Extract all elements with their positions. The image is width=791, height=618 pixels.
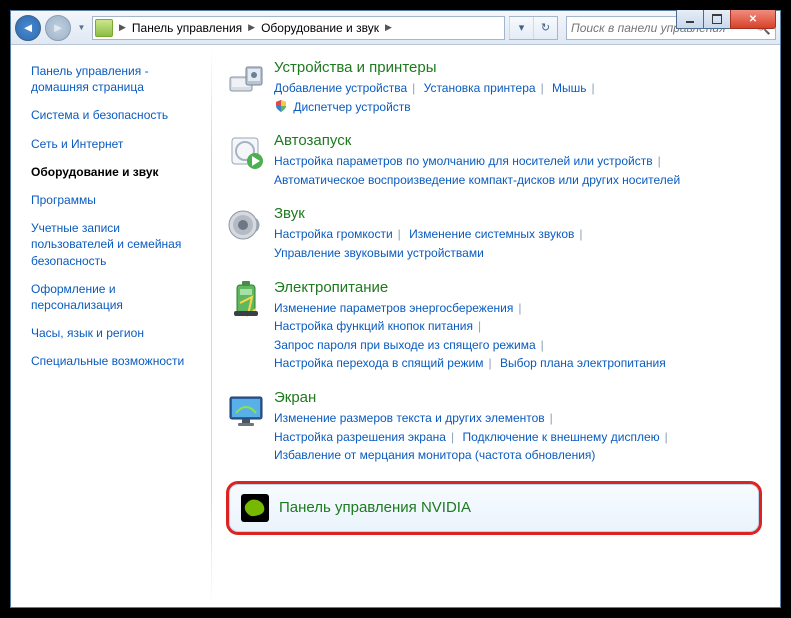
category-title-autoplay[interactable]: Автозапуск	[274, 132, 762, 149]
category-title-power[interactable]: Электропитание	[274, 279, 762, 296]
nav-history-dropdown[interactable]: ▼	[75, 15, 88, 41]
link-volume[interactable]: Настройка громкости	[274, 227, 393, 241]
sidebar-item-clock[interactable]: Часы, язык и регион	[31, 325, 201, 341]
link-add-printer[interactable]: Установка принтера	[424, 81, 536, 95]
nvidia-highlight[interactable]: Панель управления NVIDIA	[226, 481, 762, 535]
devices-icon	[226, 59, 266, 99]
content-area: Устройства и принтеры Добавление устройс…	[212, 45, 780, 607]
caption-buttons	[677, 10, 776, 29]
category-devices: Устройства и принтеры Добавление устройс…	[226, 59, 762, 116]
link-power-plan[interactable]: Выбор плана электропитания	[500, 356, 666, 370]
link-media-defaults[interactable]: Настройка параметров по умолчанию для но…	[274, 154, 653, 168]
window: ◄ ► ▼ ▶ Панель управления ▶ Оборудование…	[10, 10, 781, 608]
link-text-size[interactable]: Изменение размеров текста и других элеме…	[274, 411, 545, 425]
category-display: Экран Изменение размеров текста и других…	[226, 389, 762, 465]
link-system-sounds[interactable]: Изменение системных звуков	[409, 227, 574, 241]
sidebar-item-appearance[interactable]: Оформление и персонализация	[31, 281, 201, 313]
breadcrumb-root[interactable]: Панель управления	[128, 21, 246, 35]
sidebar-item-ease[interactable]: Специальные возможности	[31, 353, 201, 369]
sidebar-item-users[interactable]: Учетные записи пользователей и семейная …	[31, 220, 201, 269]
category-links-power: Изменение параметров энергосбережения| Н…	[274, 299, 762, 373]
link-audio-devices[interactable]: Управление звуковыми устройствами	[274, 246, 484, 260]
link-sleep[interactable]: Настройка перехода в спящий режим	[274, 356, 483, 370]
category-autoplay: Автозапуск Настройка параметров по умолч…	[226, 132, 762, 189]
minimize-button[interactable]	[676, 10, 704, 29]
sound-icon	[226, 205, 266, 245]
address-bar[interactable]: ▶ Панель управления ▶ Оборудование и зву…	[92, 16, 505, 40]
address-bar-buttons: ▾ ↻	[509, 16, 558, 40]
dropdown-button[interactable]: ▾	[509, 17, 533, 39]
category-links-display: Изменение размеров текста и других элеме…	[274, 409, 762, 465]
link-device-manager[interactable]: Диспетчер устройств	[293, 100, 410, 114]
nvidia-icon	[239, 492, 271, 524]
link-power-save[interactable]: Изменение параметров энергосбережения	[274, 301, 513, 315]
link-resolution[interactable]: Настройка разрешения экрана	[274, 430, 446, 444]
category-title-display[interactable]: Экран	[274, 389, 762, 406]
link-mouse[interactable]: Мышь	[552, 81, 587, 95]
sidebar-item-programs[interactable]: Программы	[31, 192, 201, 208]
back-button[interactable]: ◄	[15, 15, 41, 41]
link-external-display[interactable]: Подключение к внешнему дисплею	[462, 430, 659, 444]
category-title-devices[interactable]: Устройства и принтеры	[274, 59, 762, 76]
sidebar-item-network[interactable]: Сеть и Интернет	[31, 136, 201, 152]
link-cd-autoplay[interactable]: Автоматическое воспроизведение компакт-д…	[274, 173, 680, 187]
category-title-sound[interactable]: Звук	[274, 205, 762, 222]
link-power-buttons[interactable]: Настройка функций кнопок питания	[274, 319, 473, 333]
sidebar-item-hardware[interactable]: Оборудование и звук	[31, 164, 201, 180]
toolbar: ◄ ► ▼ ▶ Панель управления ▶ Оборудование…	[11, 11, 780, 45]
sidebar: Панель управления - домашняя страница Си…	[11, 45, 211, 607]
maximize-button[interactable]	[703, 10, 731, 29]
category-links-sound: Настройка громкости| Изменение системных…	[274, 225, 762, 262]
autoplay-icon	[226, 132, 266, 172]
shield-icon	[274, 99, 288, 113]
display-icon	[226, 389, 266, 429]
body: Панель управления - домашняя страница Си…	[11, 45, 780, 607]
breadcrumb-current[interactable]: Оборудование и звук	[257, 21, 383, 35]
sidebar-item-home[interactable]: Панель управления - домашняя страница	[31, 63, 201, 95]
close-button[interactable]	[730, 10, 776, 29]
sidebar-item-system[interactable]: Система и безопасность	[31, 107, 201, 123]
category-title-nvidia[interactable]: Панель управления NVIDIA	[279, 499, 749, 516]
category-power: Электропитание Изменение параметров энер…	[226, 279, 762, 373]
category-links-devices: Добавление устройства| Установка принтер…	[274, 79, 762, 116]
control-panel-icon	[95, 19, 113, 37]
refresh-button[interactable]: ↻	[533, 17, 557, 39]
chevron-right-icon[interactable]: ▶	[383, 22, 394, 33]
forward-button[interactable]: ►	[45, 15, 71, 41]
category-links-autoplay: Настройка параметров по умолчанию для но…	[274, 152, 762, 189]
power-icon	[226, 279, 266, 319]
chevron-right-icon[interactable]: ▶	[246, 22, 257, 33]
link-refresh-rate[interactable]: Избавление от мерцания монитора (частота…	[274, 448, 595, 462]
link-wake-password[interactable]: Запрос пароля при выходе из спящего режи…	[274, 338, 536, 352]
link-add-device[interactable]: Добавление устройства	[274, 81, 407, 95]
category-sound: Звук Настройка громкости| Изменение сист…	[226, 205, 762, 262]
chevron-right-icon[interactable]: ▶	[117, 22, 128, 33]
